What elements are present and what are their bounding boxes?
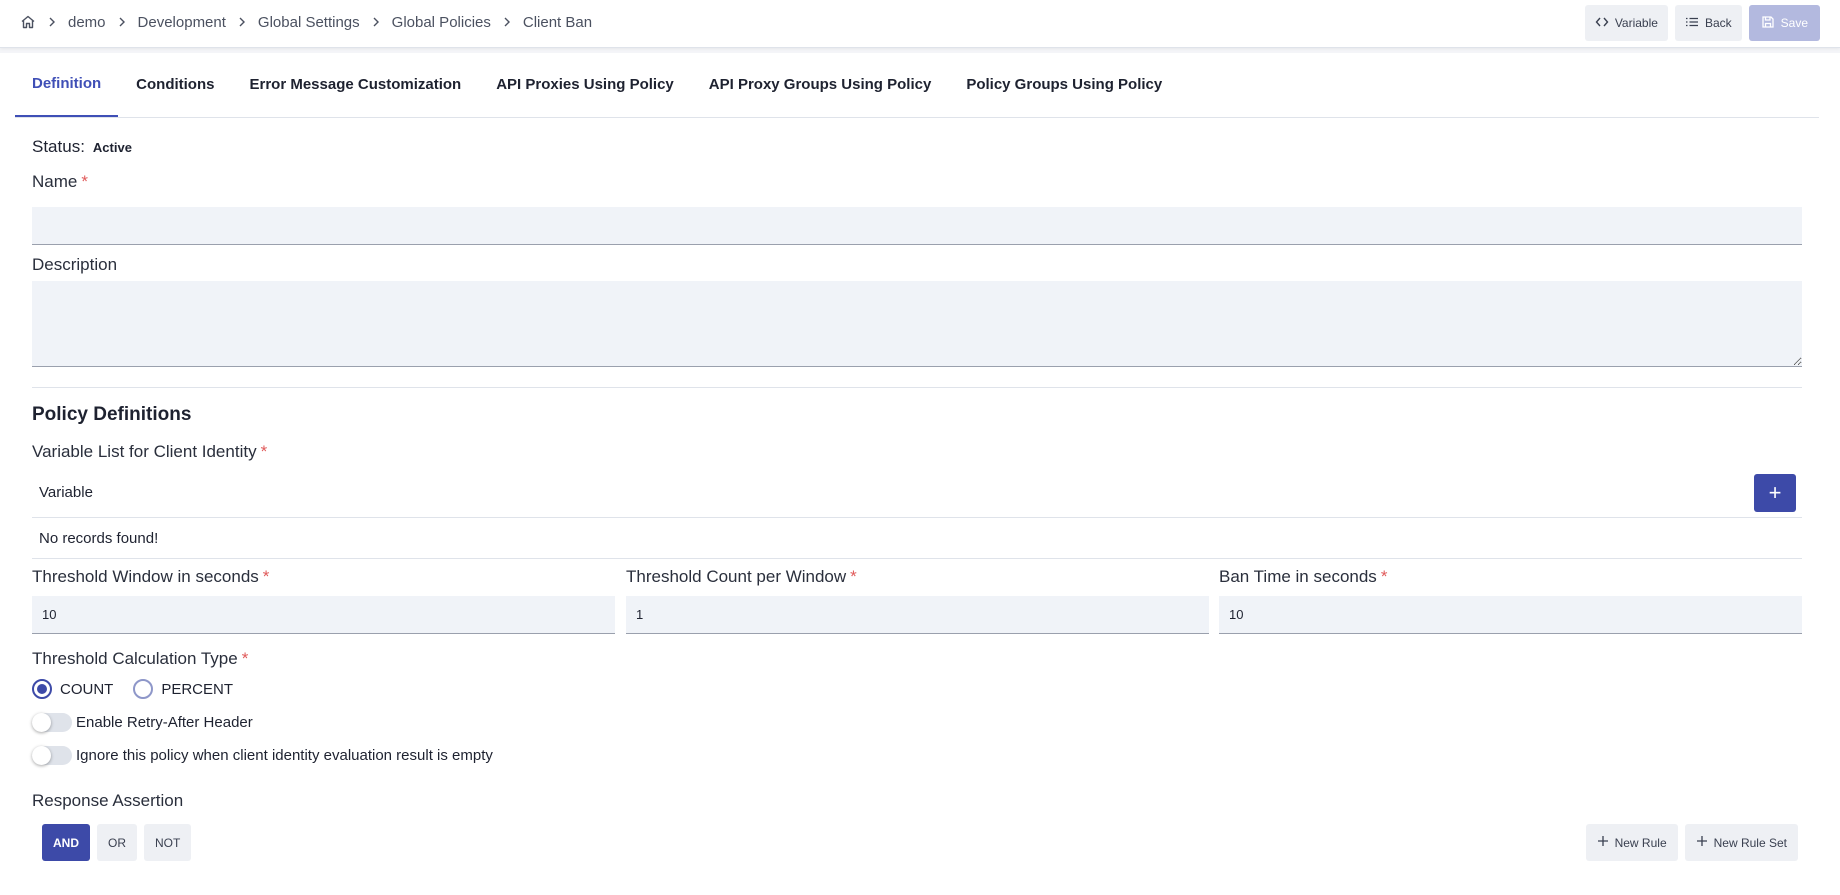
new-rule-button[interactable]: New Rule — [1585, 824, 1678, 861]
percent-radio-label[interactable]: PERCENT — [161, 681, 233, 698]
tab-bar: Definition Conditions Error Message Cust… — [15, 53, 1819, 118]
retry-after-label: Enable Retry-After Header — [76, 714, 253, 731]
chevron-right-icon — [501, 16, 513, 28]
percent-radio[interactable] — [133, 679, 154, 699]
logic-operator-group: AND OR NOT — [42, 824, 192, 861]
tab-policy-groups[interactable]: Policy Groups Using Policy — [949, 52, 1179, 117]
variable-table-empty-row: No records found! — [32, 519, 1802, 559]
breadcrumb-item-development[interactable]: Development — [138, 14, 226, 31]
threshold-window-input[interactable] — [32, 596, 615, 634]
not-button[interactable]: NOT — [144, 824, 192, 861]
variable-list-label: Variable List for Client Identity * — [32, 442, 267, 462]
breadcrumb-item-current: Client Ban — [522, 13, 593, 31]
plus-icon — [1696, 835, 1708, 850]
name-input[interactable] — [32, 207, 1802, 245]
response-assertion-label: Response Assertion — [32, 791, 184, 810]
top-bar: demo Development Global Settings Global … — [0, 0, 1840, 48]
count-radio[interactable] — [32, 679, 52, 699]
status-field: Status: Active — [32, 137, 132, 157]
variable-button-label: Variable — [1614, 16, 1658, 30]
status-label: Status: — [32, 137, 85, 156]
code-icon — [1595, 15, 1609, 32]
save-button[interactable]: Save — [1748, 5, 1820, 41]
ignore-empty-row: Ignore this policy when client identity … — [32, 746, 493, 765]
calc-type-label-text: Threshold Calculation Type — [32, 649, 238, 668]
rule-actions: New Rule New Rule Set — [1585, 824, 1798, 861]
breadcrumb-item-global-policies[interactable]: Global Policies — [392, 14, 491, 31]
description-textarea[interactable] — [32, 281, 1802, 367]
ignore-empty-label: Ignore this policy when client identity … — [76, 747, 493, 764]
required-marker: * — [241, 649, 249, 668]
save-button-label: Save — [1780, 16, 1808, 30]
retry-after-toggle[interactable] — [32, 713, 72, 732]
variable-button[interactable]: Variable — [1584, 5, 1668, 41]
tab-error-message-customization[interactable]: Error Message Customization — [232, 52, 478, 117]
plus-icon — [1597, 835, 1609, 850]
ban-time-label: Ban Time in seconds * — [1219, 567, 1387, 587]
count-radio-label[interactable]: COUNT — [60, 681, 113, 698]
ignore-empty-toggle[interactable] — [32, 746, 72, 765]
description-label: Description — [32, 255, 118, 274]
calc-type-radio-group: COUNT PERCENT — [32, 679, 245, 699]
section-divider — [32, 387, 1802, 388]
new-rule-set-button[interactable]: New Rule Set — [1684, 824, 1798, 861]
variable-table-header: Variable + — [32, 468, 1802, 518]
threshold-count-label: Threshold Count per Window * — [626, 567, 857, 587]
save-icon — [1761, 15, 1775, 32]
chevron-right-icon — [370, 16, 382, 28]
new-rule-label: New Rule — [1614, 835, 1667, 850]
threshold-count-input[interactable] — [626, 596, 1209, 634]
home-icon[interactable] — [20, 14, 36, 30]
name-label: Name * — [32, 172, 88, 192]
threshold-window-label-text: Threshold Window in seconds — [32, 567, 259, 586]
empty-message: No records found! — [39, 530, 159, 547]
policy-definitions-title: Policy Definitions — [32, 404, 192, 425]
chevron-right-icon — [46, 16, 58, 28]
name-label-text: Name — [32, 172, 78, 191]
calc-type-label: Threshold Calculation Type * — [32, 649, 248, 669]
threshold-window-label: Threshold Window in seconds * — [32, 567, 269, 587]
breadcrumb-item-demo[interactable]: demo — [68, 14, 106, 31]
breadcrumb-item-global-settings[interactable]: Global Settings — [258, 14, 360, 31]
tab-api-proxy-groups[interactable]: API Proxy Groups Using Policy — [692, 52, 949, 117]
breadcrumb: demo Development Global Settings Global … — [20, 0, 592, 44]
variable-column-header: Variable — [39, 484, 93, 501]
ban-time-label-text: Ban Time in seconds — [1219, 567, 1377, 586]
tab-definition[interactable]: Definition — [15, 52, 119, 117]
policy-form-card: Definition Conditions Error Message Cust… — [0, 53, 1840, 895]
retry-after-row: Enable Retry-After Header — [32, 713, 253, 732]
threshold-count-label-text: Threshold Count per Window — [626, 567, 847, 586]
required-marker: * — [850, 567, 857, 586]
required-marker: * — [81, 172, 88, 191]
required-marker: * — [262, 567, 270, 586]
chevron-right-icon — [116, 16, 128, 28]
toolbar: Variable Back Save — [1584, 5, 1820, 41]
chevron-right-icon — [236, 16, 248, 28]
ban-time-input[interactable] — [1219, 596, 1802, 634]
required-marker: * — [1380, 567, 1388, 586]
back-button[interactable]: Back — [1674, 5, 1742, 41]
add-variable-button[interactable]: + — [1754, 474, 1796, 512]
or-button[interactable]: OR — [97, 824, 137, 861]
and-button[interactable]: AND — [42, 824, 90, 861]
tab-api-proxies[interactable]: API Proxies Using Policy — [479, 52, 691, 117]
list-icon — [1685, 15, 1699, 32]
new-rule-set-label: New Rule Set — [1713, 835, 1787, 850]
tab-conditions[interactable]: Conditions — [119, 52, 231, 117]
required-marker: * — [260, 442, 268, 461]
back-button-label: Back — [1704, 16, 1732, 30]
status-badge: Active — [92, 140, 132, 155]
plus-icon: + — [1768, 480, 1782, 505]
variable-list-label-text: Variable List for Client Identity — [32, 442, 257, 461]
